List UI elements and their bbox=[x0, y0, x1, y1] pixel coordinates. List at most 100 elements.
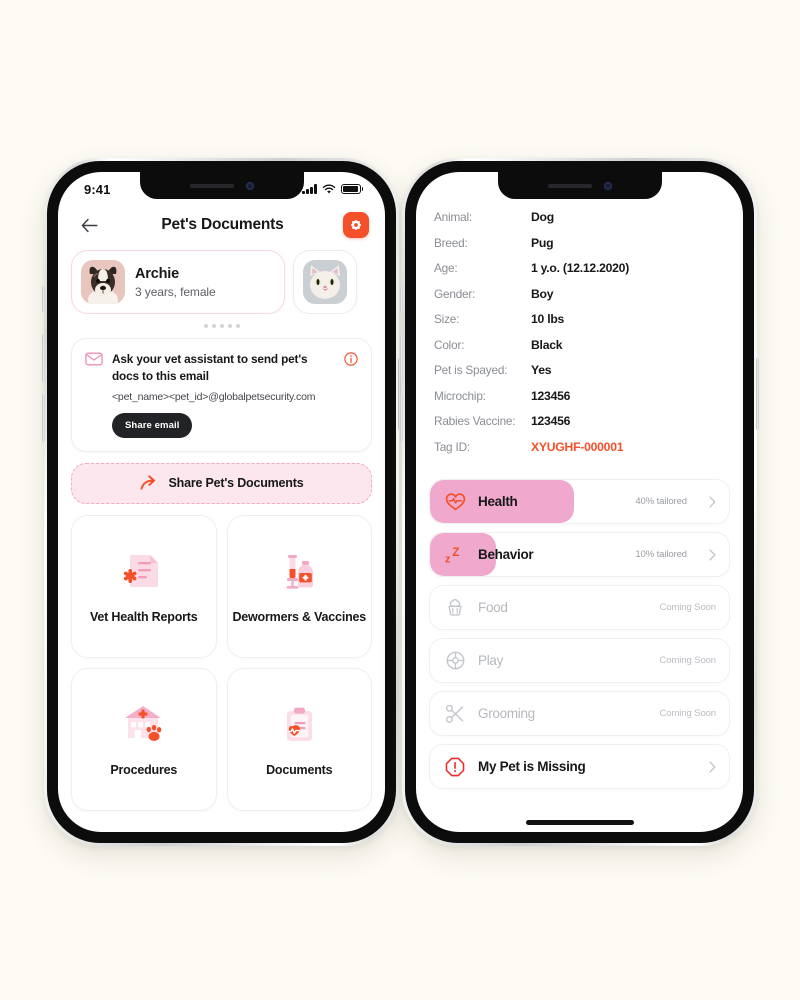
cellular-bars-icon bbox=[302, 184, 317, 194]
tile-vet-health-reports[interactable]: Vet Health Reports bbox=[71, 514, 217, 658]
spec-key: Animal: bbox=[434, 210, 472, 224]
back-button[interactable] bbox=[76, 212, 102, 238]
phone-right: Animal: Dog Breed: Pug Age: 1 y.o. (12.1… bbox=[400, 158, 759, 846]
mute-switch[interactable] bbox=[400, 286, 403, 312]
pagination-dot[interactable] bbox=[235, 324, 240, 328]
spec-value: 1 y.o. (12.12.2020) bbox=[531, 261, 630, 275]
spec-row: Animal: Dog bbox=[416, 210, 743, 236]
spec-row: Age: 1 y.o. (12.12.2020) bbox=[416, 261, 743, 287]
category-name: Behavior bbox=[478, 547, 534, 562]
volume-down-button[interactable] bbox=[42, 394, 45, 442]
category-meta: 40% tailored bbox=[635, 496, 687, 507]
category-meta: Coming Soon bbox=[659, 602, 717, 613]
category-row-food: Food Coming Soon bbox=[429, 585, 730, 630]
share-pet-documents-button[interactable]: Share Pet's Documents bbox=[71, 462, 372, 504]
settings-button[interactable] bbox=[343, 212, 369, 238]
pagination-dot[interactable] bbox=[211, 324, 216, 328]
spec-value: Yes bbox=[531, 363, 552, 377]
spec-value: Boy bbox=[531, 286, 554, 301]
category-meta: Coming Soon bbox=[659, 708, 717, 719]
notch bbox=[139, 172, 304, 199]
category-name: Play bbox=[478, 653, 504, 668]
tile-procedures[interactable]: Procedures bbox=[71, 667, 217, 811]
spec-value: 10 lbs bbox=[531, 312, 565, 326]
navigation-bar: Pet's Documents bbox=[58, 202, 385, 246]
volume-up-button[interactable] bbox=[42, 334, 45, 382]
cupcake-icon bbox=[444, 597, 466, 619]
category-row-grooming: Grooming Coming Soon bbox=[429, 691, 730, 736]
share-arrow-icon bbox=[140, 475, 155, 490]
phone-left-screen: 9:41 Pet's Documents Archie 3 years, fem… bbox=[58, 172, 385, 832]
category-meta: Coming Soon bbox=[659, 655, 717, 666]
clipboard-heart-icon bbox=[275, 699, 323, 749]
power-button[interactable] bbox=[756, 358, 759, 430]
avatar bbox=[81, 260, 125, 304]
pet-card-selected[interactable]: Archie 3 years, female bbox=[71, 250, 285, 314]
tile-label: Vet Health Reports bbox=[89, 610, 198, 625]
spec-row: Rabies Vaccine: 123456 bbox=[416, 414, 743, 440]
front-camera bbox=[603, 181, 612, 190]
tile-documents[interactable]: Documents bbox=[226, 667, 372, 811]
share-email-button[interactable]: Share email bbox=[112, 412, 193, 438]
carousel-pagination[interactable] bbox=[58, 314, 385, 336]
spec-row: Tag ID: XYUGHF-000001 bbox=[416, 440, 743, 466]
category-row-my-pet-is-missing[interactable]: My Pet is Missing bbox=[429, 744, 730, 789]
home-indicator[interactable] bbox=[525, 820, 634, 825]
category-row-play: Play Coming Soon bbox=[429, 638, 730, 683]
mute-switch[interactable] bbox=[42, 286, 45, 312]
page-title: Pet's Documents bbox=[161, 216, 284, 233]
spec-row: Color: Black bbox=[416, 338, 743, 364]
pagination-dot[interactable] bbox=[227, 324, 232, 328]
battery-full-icon bbox=[340, 184, 363, 194]
category-row-health[interactable]: Health 40% tailored bbox=[429, 479, 730, 524]
spec-key: Color: bbox=[434, 337, 465, 352]
mail-icon bbox=[85, 352, 103, 366]
category-name: My Pet is Missing bbox=[478, 759, 586, 774]
volume-up-button[interactable] bbox=[400, 334, 403, 382]
email-address: <pet_name><pet_id>@globalpetsecurity.com bbox=[112, 390, 316, 403]
vet-clinic-paw-icon bbox=[119, 699, 169, 749]
tile-label: Procedures bbox=[110, 763, 178, 778]
status-time: 9:41 bbox=[84, 181, 111, 197]
pet-name: Archie bbox=[135, 266, 179, 283]
spec-key: Breed: bbox=[434, 235, 468, 250]
category-list: Health 40% tailored z Z Behavior 10% tai… bbox=[416, 465, 743, 789]
spec-row: Gender: Boy bbox=[416, 287, 743, 313]
document-tiles-grid: Vet Health Reports Dewormers & Vaccines … bbox=[58, 504, 385, 811]
tile-dewormers-vaccines[interactable]: Dewormers & Vaccines bbox=[226, 514, 372, 658]
phone-right-bezel: Animal: Dog Breed: Pug Age: 1 y.o. (12.1… bbox=[405, 161, 754, 843]
tag-id-value: XYUGHF-000001 bbox=[531, 439, 624, 454]
spec-value: Pug bbox=[531, 235, 554, 250]
category-name: Health bbox=[478, 494, 518, 509]
spec-key: Microchip: bbox=[434, 388, 486, 403]
chevron-right-icon bbox=[709, 760, 716, 773]
alert-octagon-icon bbox=[444, 756, 466, 778]
volume-down-button[interactable] bbox=[400, 394, 403, 442]
heart-pulse-icon bbox=[444, 491, 466, 513]
svg-text:Z: Z bbox=[452, 545, 459, 559]
spec-key: Gender: bbox=[434, 286, 476, 301]
pagination-dot[interactable] bbox=[219, 324, 224, 328]
pet-card-next[interactable] bbox=[293, 250, 357, 314]
scissors-icon bbox=[444, 703, 466, 725]
spec-key: Tag ID: bbox=[434, 439, 470, 454]
category-meta: 10% tailored bbox=[635, 549, 687, 560]
pagination-dot[interactable] bbox=[203, 324, 208, 328]
category-row-behavior[interactable]: z Z Behavior 10% tailored bbox=[429, 532, 730, 577]
spec-row: Pet is Spayed: Yes bbox=[416, 363, 743, 389]
tile-label: Dewormers & Vaccines bbox=[232, 610, 367, 625]
spec-row: Breed: Pug bbox=[416, 236, 743, 262]
spec-value: 123456 bbox=[531, 414, 571, 428]
ball-icon bbox=[444, 650, 466, 672]
chevron-right-icon bbox=[709, 495, 716, 508]
info-circle-icon[interactable] bbox=[344, 352, 358, 366]
pet-carousel[interactable]: Archie 3 years, female bbox=[58, 246, 385, 314]
phone-left-bezel: 9:41 Pet's Documents Archie 3 years, fem… bbox=[47, 161, 396, 843]
vet-email-card: Ask your vet assistant to send pet's doc… bbox=[71, 338, 372, 452]
syringe-vial-icon bbox=[275, 546, 323, 596]
category-name: Grooming bbox=[478, 706, 535, 721]
earpiece-speaker bbox=[547, 183, 592, 188]
screenshot-canvas: 9:41 Pet's Documents Archie 3 years, fem… bbox=[0, 0, 800, 1000]
spec-key: Size: bbox=[434, 312, 460, 326]
sleep-zzz-icon: z Z bbox=[444, 544, 466, 566]
